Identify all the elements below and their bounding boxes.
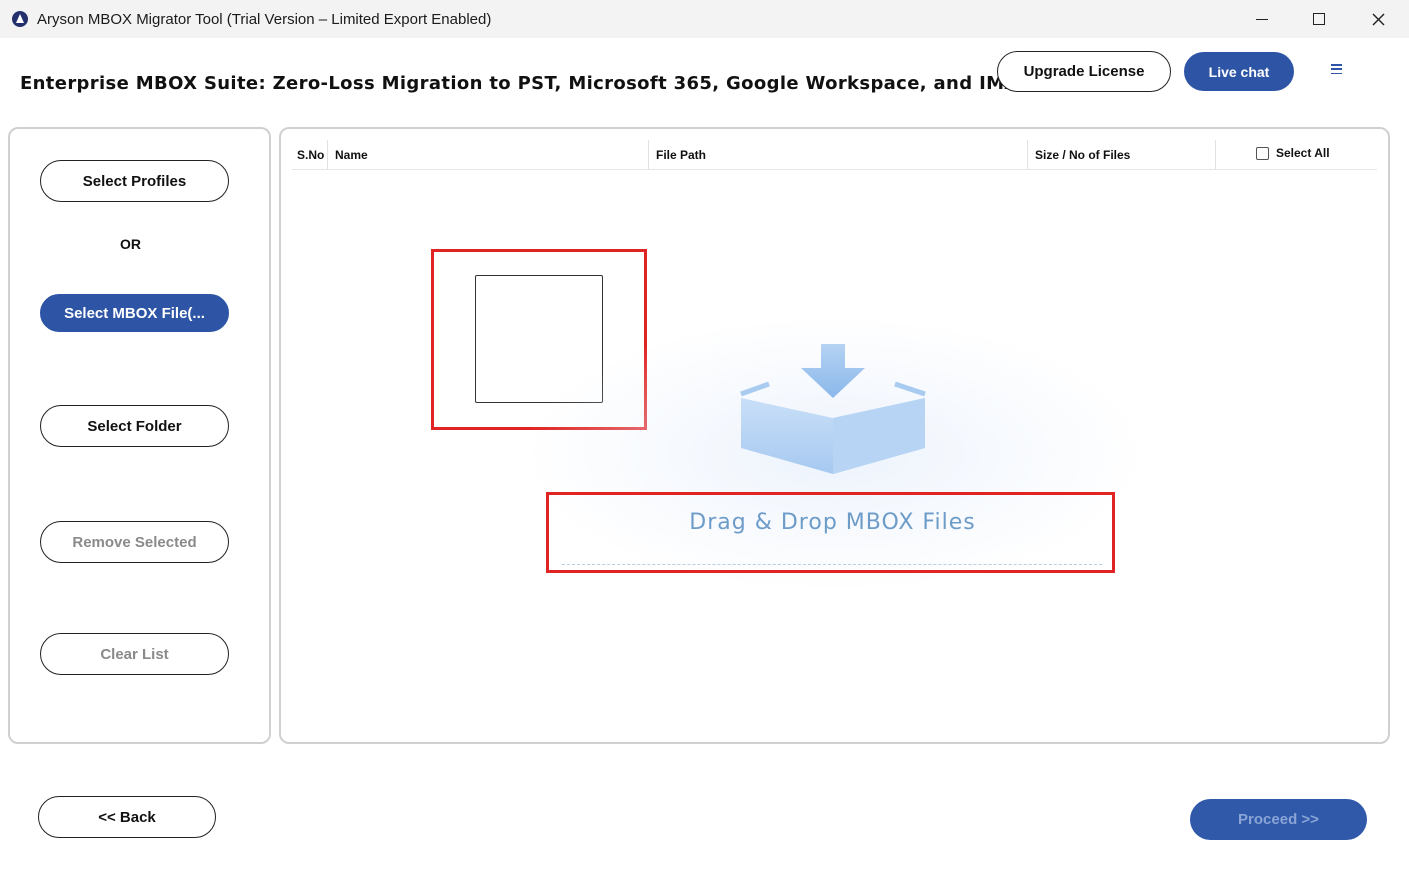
window-title: Aryson MBOX Migrator Tool (Trial Version… — [37, 11, 492, 28]
dropzone-divider — [562, 564, 1102, 565]
maximize-button[interactable] — [1290, 0, 1348, 38]
proceed-button[interactable]: Proceed >> — [1190, 799, 1367, 840]
download-box-icon — [740, 344, 926, 474]
column-size: Size / No of Files — [1035, 148, 1131, 162]
column-divider — [327, 140, 328, 170]
hamburger-menu-icon[interactable] — [1331, 64, 1342, 74]
dropzone-label: Drag & Drop MBOX Files — [689, 510, 976, 535]
column-divider — [1027, 140, 1028, 170]
upgrade-license-button[interactable]: Upgrade License — [997, 51, 1171, 92]
live-chat-button[interactable]: Live chat — [1184, 52, 1294, 91]
close-icon — [1372, 13, 1384, 25]
remove-selected-button[interactable]: Remove Selected — [40, 521, 229, 563]
select-all-checkbox[interactable] — [1256, 146, 1269, 160]
select-all-control[interactable]: Select All — [1256, 146, 1330, 160]
minimize-icon — [1256, 18, 1268, 20]
column-name: Name — [335, 148, 368, 162]
maximize-icon — [1313, 13, 1325, 25]
title-bar: Aryson MBOX Migrator Tool (Trial Version… — [0, 0, 1409, 38]
select-mbox-files-button[interactable]: Select MBOX File(... — [40, 294, 229, 332]
or-separator: OR — [120, 236, 141, 252]
aryson-logo-icon — [12, 11, 28, 27]
select-all-label: Select All — [1276, 146, 1330, 160]
column-divider — [648, 140, 649, 170]
close-button[interactable] — [1349, 0, 1407, 38]
column-divider — [1215, 140, 1216, 170]
column-sno: S.No — [297, 148, 325, 162]
select-profiles-button[interactable]: Select Profiles — [40, 160, 229, 202]
column-file-path: File Path — [656, 148, 707, 162]
back-button[interactable]: << Back — [38, 796, 216, 838]
file-table-header: S.No Name File Path Size / No of Files — [292, 140, 1377, 170]
minimize-button[interactable] — [1233, 0, 1291, 38]
page-headline: Enterprise MBOX Suite: Zero-Loss Migrati… — [20, 73, 1037, 94]
clear-list-button[interactable]: Clear List — [40, 633, 229, 675]
select-folder-button[interactable]: Select Folder — [40, 405, 229, 447]
